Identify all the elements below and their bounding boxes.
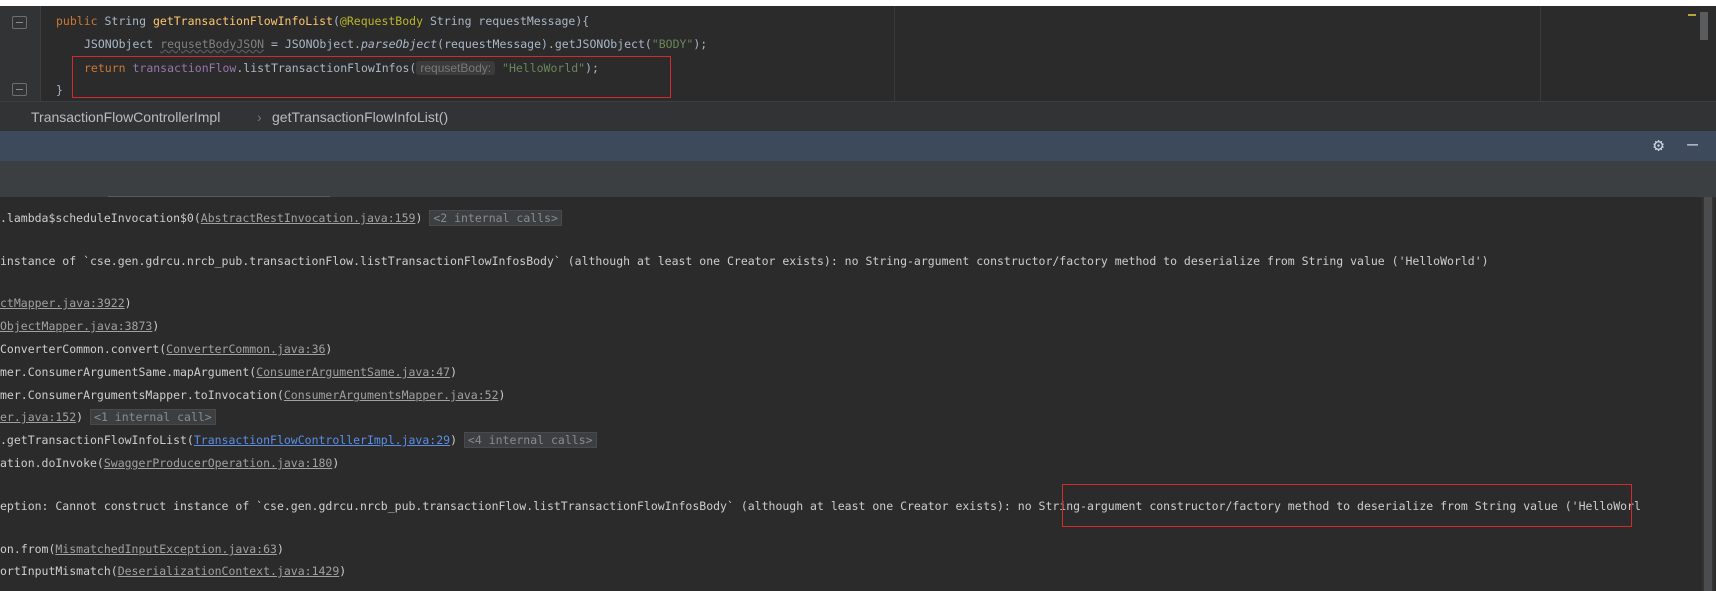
stack-text: .getTransactionFlowInfoList(: [0, 433, 194, 447]
console-line: instance of `cse.gen.gdrcu.nrcb_pub.tran…: [0, 254, 1489, 268]
console-line: .lambda$scheduleInvocation$0(AbstractRes…: [0, 208, 562, 228]
keyword: public: [56, 14, 98, 28]
gear-icon[interactable]: ⚙: [1653, 137, 1664, 155]
type: String: [104, 14, 147, 28]
stack-text: ConverterCommon.convert(: [0, 342, 167, 356]
console-output[interactable]: .lambda$scheduleInvocation$0(AbstractRes…: [0, 197, 1700, 591]
code-line[interactable]: }: [56, 79, 63, 101]
stack-text: on.from(: [0, 542, 56, 556]
console-line: on.from(MismatchedInputException.java:63…: [0, 539, 284, 559]
internal-calls-fold[interactable]: <2 internal calls>: [429, 210, 562, 226]
stack-text: ): [450, 365, 457, 379]
breadcrumb: TransactionFlowControllerImpl › getTrans…: [0, 101, 1716, 132]
parameter: String requestMessage){: [429, 14, 590, 28]
margin-guide: [894, 6, 895, 101]
stack-text: ortInputMismatch(: [0, 564, 118, 578]
source-link[interactable]: SwaggerProducerOperation.java:180: [104, 456, 332, 470]
stack-text: ): [276, 542, 284, 556]
annotation: @RequestBody: [339, 14, 424, 28]
stack-text: ): [325, 342, 333, 356]
code-text: );: [693, 37, 708, 51]
margin-guide: [1540, 6, 1541, 101]
stack-text: .lambda$scheduleInvocation$0(: [0, 211, 201, 225]
minimize-icon[interactable]: —: [1687, 136, 1698, 154]
source-link[interactable]: AbstractRestInvocation.java:159: [201, 211, 416, 225]
breadcrumb-method[interactable]: getTransactionFlowInfoList(): [272, 109, 448, 125]
internal-calls-fold[interactable]: <4 internal calls>: [463, 432, 597, 448]
fold-icon[interactable]: [12, 16, 27, 29]
static-method: parseObject: [360, 37, 438, 51]
code-line[interactable]: public String getTransactionFlowInfoList…: [56, 10, 589, 32]
highlight-box: [1062, 484, 1632, 527]
internal-calls-fold[interactable]: <1 internal call>: [90, 409, 216, 425]
code-line[interactable]: JSONObject requsetBodyJSON = JSONObject.…: [84, 33, 707, 55]
tool-window-header: ⚙ —: [0, 131, 1716, 161]
console-line: ation.doInvoke(SwaggerProducerOperation.…: [0, 453, 339, 473]
console-line: mer.ConsumerArgumentsMapper.toInvocation…: [0, 385, 505, 405]
editor-scrollbar[interactable]: [1700, 12, 1708, 40]
source-link[interactable]: ctMapper.java:3922: [0, 296, 125, 310]
stack-text: ): [152, 319, 160, 333]
console-line: er.java:152) <1 internal call>: [0, 407, 216, 427]
breadcrumb-class[interactable]: TransactionFlowControllerImpl: [31, 109, 220, 125]
method-name: getTransactionFlowInfoList: [152, 14, 333, 28]
console-line: ObjectMapper.java:3873): [0, 316, 159, 336]
source-link[interactable]: ConsumerArgumentsMapper.java:52: [284, 388, 499, 402]
scroll-marker: [1688, 14, 1696, 16]
scrollbar-thumb[interactable]: [1704, 197, 1712, 591]
stack-text: mer.ConsumerArgumentsMapper.toInvocation…: [0, 388, 284, 402]
console-tab-bar: [0, 161, 1716, 198]
source-link[interactable]: ConsumerArgumentSame.java:47: [256, 365, 450, 379]
console-line: ctMapper.java:3922): [0, 293, 132, 313]
code-text: = JSONObject.: [264, 37, 361, 51]
fold-icon[interactable]: [12, 83, 27, 96]
editor-gutter: [0, 6, 41, 101]
stack-text: ): [450, 433, 464, 447]
stack-text: ): [415, 211, 423, 225]
source-link[interactable]: MismatchedInputException.java:63: [55, 542, 277, 556]
highlight-box: [72, 56, 671, 98]
stack-text: ation.doInvoke(: [0, 456, 104, 470]
console-scrollbar[interactable]: [1702, 197, 1714, 591]
console-line: mer.ConsumerArgumentSame.mapArgument(Con…: [0, 362, 457, 382]
string-literal: "BODY": [651, 37, 694, 51]
console-line: ConverterCommon.convert(ConverterCommon.…: [0, 339, 332, 359]
source-link[interactable]: ObjectMapper.java:3873: [0, 319, 152, 333]
type: JSONObject: [84, 37, 154, 51]
stack-text: ): [339, 564, 347, 578]
source-link[interactable]: TransactionFlowControllerImpl.java:29: [194, 433, 450, 447]
closing-brace: }: [56, 83, 63, 97]
source-link[interactable]: DeserializationContext.java:1429: [118, 564, 340, 578]
code-text: (requestMessage).getJSONObject(: [437, 37, 652, 51]
stack-text: mer.ConsumerArgumentSame.mapArgument(: [0, 365, 257, 379]
breadcrumb-separator: ›: [257, 109, 262, 125]
stack-text: ): [76, 410, 91, 424]
stack-text: ): [498, 388, 506, 402]
source-link[interactable]: ConverterCommon.java:36: [166, 342, 325, 356]
stack-text: ): [124, 296, 132, 310]
variable: requsetBodyJSON: [160, 37, 265, 51]
console-line: ortInputMismatch(DeserializationContext.…: [0, 561, 346, 581]
stack-text: ): [332, 456, 340, 470]
source-link[interactable]: er.java:152: [0, 410, 76, 424]
console-line: .getTransactionFlowInfoList(TransactionF…: [0, 430, 597, 450]
